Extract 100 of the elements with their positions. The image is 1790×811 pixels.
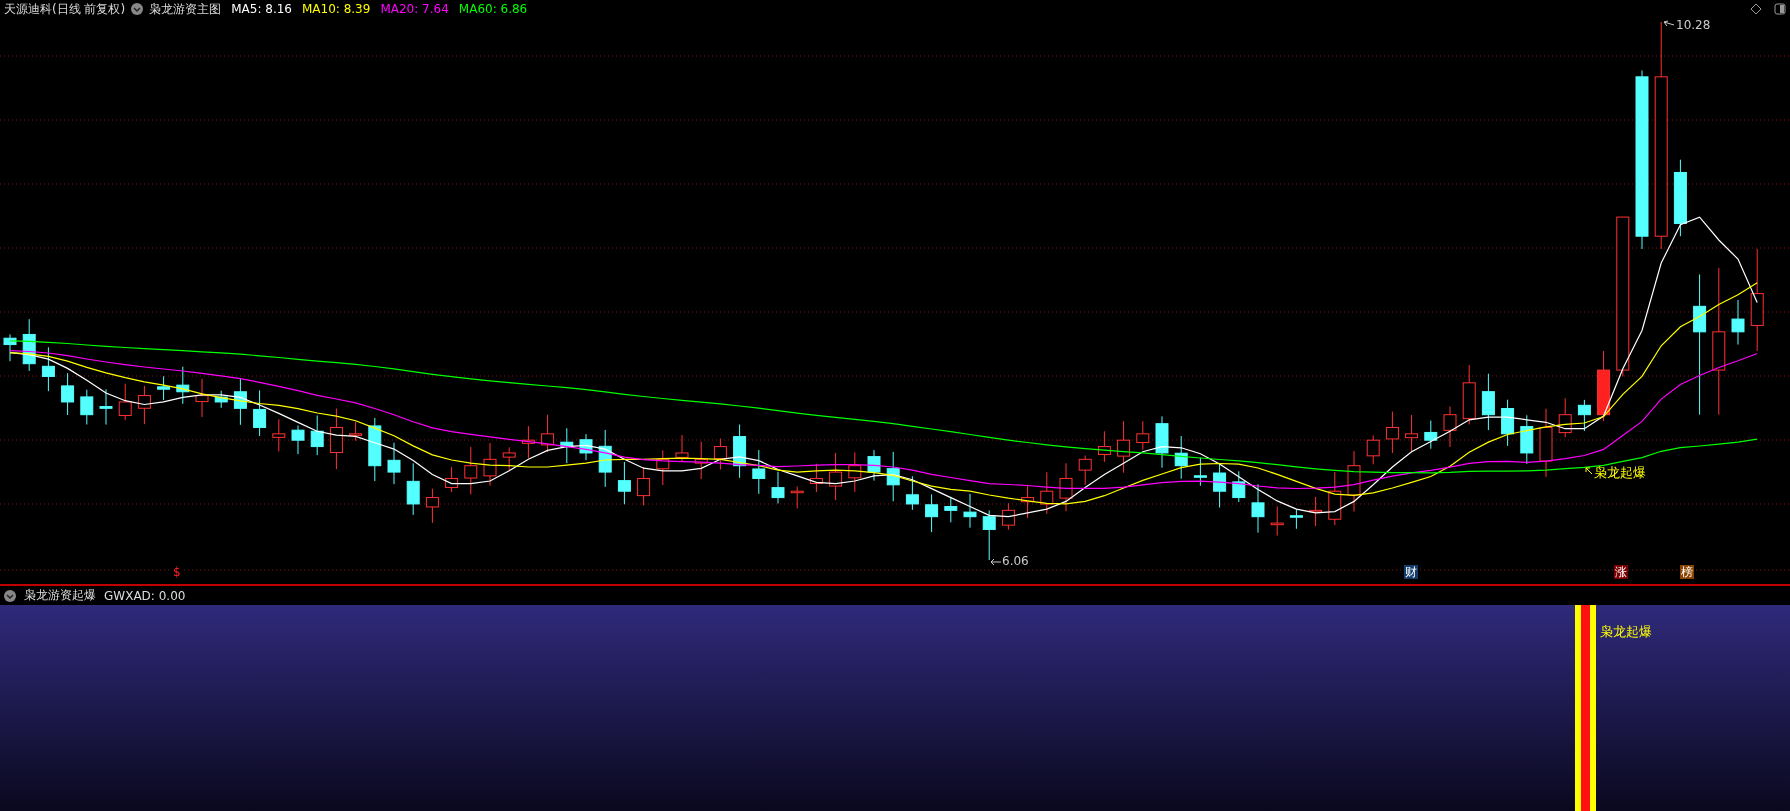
candlestick bbox=[1193, 457, 1207, 487]
candlestick bbox=[1558, 397, 1572, 438]
low-price-label: 6.06 bbox=[1002, 554, 1029, 568]
candlestick bbox=[425, 488, 439, 524]
candlestick bbox=[1347, 450, 1361, 512]
candlestick bbox=[1117, 420, 1131, 474]
candlestick bbox=[176, 366, 190, 405]
event-tag: 财 bbox=[1404, 565, 1418, 579]
diamond-icon[interactable] bbox=[1750, 3, 1762, 15]
candlestick bbox=[233, 377, 247, 426]
event-tag: 榜 bbox=[1680, 565, 1694, 579]
high-price-label: 10.28 bbox=[1676, 18, 1711, 32]
candlestick bbox=[1232, 470, 1246, 503]
candlestick bbox=[291, 424, 305, 455]
candlestick bbox=[368, 417, 382, 482]
indicator-reading: GWXAD: 0.00 bbox=[104, 588, 186, 603]
candlestick bbox=[790, 486, 804, 509]
candlestick bbox=[253, 389, 267, 437]
candlestick bbox=[22, 318, 36, 372]
dropdown-icon[interactable] bbox=[4, 589, 16, 602]
candlestick bbox=[560, 427, 574, 464]
candlestick bbox=[1289, 508, 1303, 530]
candlestick bbox=[464, 446, 478, 495]
candlestick bbox=[99, 388, 113, 426]
candlestick bbox=[1270, 505, 1284, 537]
signal-label: 枭龙起爆 bbox=[1594, 464, 1646, 482]
candlestick bbox=[771, 471, 785, 504]
candlestick bbox=[157, 375, 171, 401]
candlestick bbox=[886, 451, 900, 502]
candlestick bbox=[387, 442, 401, 485]
candlestick bbox=[1443, 406, 1457, 448]
candlestick bbox=[1136, 420, 1150, 451]
candlestick bbox=[713, 438, 727, 471]
candlestick bbox=[1155, 415, 1169, 469]
candlestick bbox=[1366, 434, 1380, 465]
candlestick bbox=[637, 466, 651, 506]
candlestick bbox=[579, 433, 593, 461]
candlestick bbox=[61, 372, 75, 416]
candlestick bbox=[80, 389, 94, 425]
candlestick bbox=[733, 424, 747, 479]
candlestick bbox=[214, 390, 228, 409]
moving-average-value: MA10: 8.39 bbox=[301, 2, 371, 16]
candlestick bbox=[1078, 454, 1092, 486]
candlestick bbox=[1481, 373, 1495, 431]
candlestick bbox=[1539, 408, 1553, 478]
candlestick bbox=[829, 452, 843, 501]
candlestick bbox=[1059, 462, 1073, 512]
candlestick bbox=[329, 408, 343, 470]
candlestick bbox=[483, 442, 497, 487]
candlestick bbox=[598, 429, 612, 488]
candlestick bbox=[1520, 414, 1534, 465]
signal-label: 枭龙起爆 bbox=[1600, 623, 1652, 641]
candlestick bbox=[617, 461, 631, 505]
indicator-name: 枭龙游资主图 bbox=[149, 0, 222, 18]
candlestick bbox=[406, 462, 420, 516]
candlestick bbox=[1213, 462, 1227, 508]
dropdown-icon[interactable] bbox=[131, 3, 144, 15]
candlestick bbox=[1001, 502, 1015, 531]
candlestick bbox=[867, 449, 881, 482]
candlestick bbox=[925, 493, 939, 533]
panel-toggle-icon[interactable] bbox=[1774, 3, 1786, 15]
moving-average-value: MA20: 7.64 bbox=[380, 2, 449, 16]
candlestick bbox=[944, 496, 958, 523]
candlestick bbox=[1309, 496, 1323, 527]
candlestick bbox=[675, 434, 689, 463]
candlestick bbox=[1251, 483, 1265, 534]
candlestick bbox=[1731, 299, 1745, 346]
candlestick bbox=[41, 346, 55, 392]
candlestick bbox=[521, 425, 535, 459]
candlestick bbox=[3, 333, 17, 362]
candlestick bbox=[137, 385, 151, 425]
candlestick bbox=[848, 451, 862, 493]
candlestick bbox=[195, 378, 209, 418]
candlestick bbox=[1328, 471, 1342, 526]
candlestick bbox=[1462, 364, 1476, 425]
leader-line bbox=[1585, 467, 1593, 475]
candlestick bbox=[1577, 399, 1591, 432]
candlestick bbox=[272, 418, 286, 452]
sub-indicator-name: 枭龙游资起爆 bbox=[24, 587, 96, 604]
stock-title: 天源迪科(日线 前复权) bbox=[4, 0, 126, 18]
candlestick bbox=[445, 466, 459, 493]
candlestick bbox=[1597, 350, 1611, 422]
candlestick bbox=[310, 414, 324, 456]
moving-average-value: MA60: 6.86 bbox=[458, 2, 528, 16]
candlestick bbox=[752, 449, 766, 495]
candlestick bbox=[1424, 420, 1438, 450]
candlestick bbox=[1501, 399, 1515, 447]
candlestick bbox=[1097, 430, 1111, 463]
candlestick bbox=[1405, 414, 1419, 453]
leader-line bbox=[990, 558, 1002, 566]
candlestick bbox=[656, 449, 670, 486]
event-tag: 涨 bbox=[1614, 565, 1628, 579]
moving-average-value: MA5: 8.16 bbox=[231, 2, 292, 16]
candlestick bbox=[502, 446, 516, 471]
event-tag: $ bbox=[172, 565, 182, 579]
leader-line bbox=[1663, 20, 1675, 27]
candlestick bbox=[982, 509, 996, 561]
candlestick bbox=[118, 383, 132, 421]
candlestick bbox=[349, 421, 363, 442]
candlestick bbox=[905, 475, 919, 511]
